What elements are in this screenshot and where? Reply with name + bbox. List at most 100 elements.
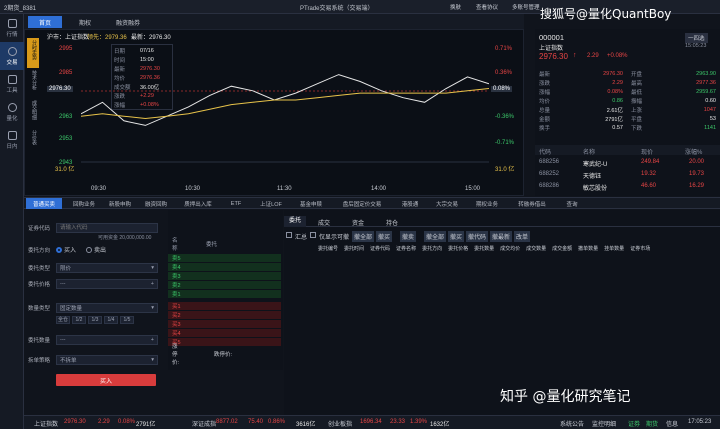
tab-margin[interactable]: 融资融券 (108, 16, 148, 28)
tab-home[interactable]: 首页 (28, 16, 62, 28)
multi-account-link[interactable]: 多账号管理 (512, 3, 540, 11)
price-input[interactable]: --- + (56, 278, 158, 289)
book-header: 名称 委托 (172, 238, 218, 252)
ask-row[interactable]: 卖2 (168, 281, 281, 289)
monitor-link[interactable]: 监控明细 (592, 419, 616, 428)
tab-financing-repo[interactable]: 融资回购 (140, 198, 172, 209)
cancel-latest-button[interactable]: 撤最新 (490, 231, 513, 242)
tab-funds[interactable]: 资金 (352, 218, 364, 227)
tab-query[interactable]: 查询 (560, 198, 584, 209)
cancelable-checkbox[interactable] (310, 232, 316, 238)
protocol-link[interactable]: 查看协议 (476, 3, 498, 11)
cancel-buy-button[interactable]: 撤买 (376, 231, 393, 242)
cancel-code-button[interactable]: 撤代码 (466, 231, 489, 242)
split-select[interactable]: 不拆单 ▾ (56, 354, 158, 365)
qty-fifth-button[interactable]: 1/5 (120, 316, 134, 324)
quote-name: 上证指数 (539, 46, 564, 52)
qty-input[interactable]: --- + (56, 334, 158, 345)
qty-quarter-button[interactable]: 1/4 (104, 316, 118, 324)
average-line (81, 88, 489, 120)
bid-row[interactable]: 买2 (168, 311, 281, 319)
quote-code: 000001 (539, 33, 565, 42)
chart-icon (7, 18, 17, 28)
quant-icon (7, 102, 17, 112)
tab-pledge[interactable]: 质押出入库 (178, 198, 218, 209)
time-tick: 14:00 (371, 186, 387, 192)
ask-row[interactable]: 卖4 (168, 263, 281, 271)
qty-shortcut-buttons: 全仓 1/2 1/3 1/4 1/5 (56, 316, 136, 324)
tab-options[interactable]: 期权 (68, 16, 102, 28)
order-form: 证券代码 可用资金 20,000,000.00 委托方向 买入 卖出 委托类型 … (24, 210, 162, 415)
orders-tabs: 委托 成交 资金 持仓 (284, 216, 720, 227)
rank-list-item[interactable]: 688286 敏芯股份 46.60 16.29 (535, 181, 720, 192)
quote-panel: 000001 一四选 上证指数 15:05:23 2976.30 ↑ 2.29 … (535, 29, 720, 196)
tool-intraday[interactable]: 日内 (0, 126, 24, 154)
notice-link[interactable]: 系统公告 (560, 419, 584, 428)
calendar-icon (7, 130, 17, 140)
tab-repo[interactable]: 回购业务 (68, 198, 100, 209)
bid-row[interactable]: 买3 (168, 320, 281, 328)
qty-half-button[interactable]: 1/2 (72, 316, 86, 324)
tool-quant[interactable]: 量化 (0, 98, 24, 126)
split-row: 拆单策略 不拆单 ▾ (28, 354, 158, 365)
skin-link[interactable]: 换肤 (450, 3, 461, 11)
qty-all-button[interactable]: 全仓 (56, 316, 70, 324)
tab-lof[interactable]: 上证LOF (254, 198, 288, 209)
tab-orders[interactable]: 委托 (284, 216, 306, 227)
quote-arrow: ↑ (573, 52, 577, 59)
modify-order-button[interactable]: 改单 (514, 231, 531, 242)
tab-securities-lending[interactable]: 转融券借出 (510, 198, 554, 209)
available-funds: 可用资金 20,000,000.00 (98, 235, 152, 241)
badge-trades[interactable]: 成交明细 (27, 98, 39, 128)
summary-checkbox[interactable] (286, 232, 292, 238)
rank-list-item[interactable]: 688256 寒武纪-U 249.84 20.00 (535, 157, 720, 168)
tool-trade[interactable]: 交易 (0, 42, 24, 70)
badge-intraday[interactable]: 分时走势 (27, 38, 39, 68)
ask-row[interactable]: 卖5 (168, 254, 281, 262)
tab-option-business[interactable]: 期权业务 (470, 198, 504, 209)
code-input[interactable] (56, 222, 158, 233)
status-bar: 上证指数 2976.30 2.29 0.08% 2791亿 深证成指 8877.… (24, 415, 720, 429)
qty-type-select[interactable]: 固定数量 ▾ (56, 302, 158, 313)
qty-third-button[interactable]: 1/3 (88, 316, 102, 324)
tab-after-hours[interactable]: 盘后固定价交易 (334, 198, 390, 209)
bid-row[interactable]: 买1 (168, 302, 281, 310)
info-link[interactable]: 信息 (666, 419, 678, 428)
volume-label: 31.0 亿 (55, 167, 75, 173)
tool-market[interactable]: 行情 (0, 14, 24, 42)
tab-deals[interactable]: 成交 (318, 218, 330, 227)
time-tick: 10:30 (185, 186, 201, 192)
cancel-buy-button-2[interactable]: 撤买 (448, 231, 465, 242)
sell-radio[interactable]: 卖出 (86, 245, 106, 254)
badge-technical[interactable]: 技术分析 (27, 68, 39, 98)
cancel-all-button[interactable]: 撤全部 (352, 231, 375, 242)
tab-normal-trade[interactable]: 普通买卖 (26, 198, 62, 209)
pct-tick: -0.36% (495, 114, 515, 120)
buy-radio[interactable]: 买入 (56, 245, 76, 254)
tab-etf[interactable]: ETF (224, 198, 248, 209)
chevron-down-icon: ▾ (151, 304, 154, 311)
ask-row[interactable]: 卖3 (168, 272, 281, 280)
limit-row: 涨停价: 跌停价: (172, 344, 233, 366)
tab-block-trade[interactable]: 大宗交易 (430, 198, 464, 209)
order-type-select[interactable]: 限价 ▾ (56, 262, 158, 273)
tab-ipo[interactable]: 新股申购 (104, 198, 136, 209)
cancel-sell-button[interactable]: 撤卖 (400, 231, 417, 242)
tab-fund[interactable]: 基金申赎 (294, 198, 328, 209)
bid-row[interactable]: 买4 (168, 329, 281, 337)
badge-price-table[interactable]: 分价表 (27, 128, 39, 158)
buy-submit-button[interactable]: 买入 (56, 374, 156, 386)
rank-list-item[interactable]: 688252 天德钰 19.32 19.73 (535, 169, 720, 180)
volume-label-right: 31.0 亿 (495, 167, 515, 173)
orders-area: 委托 成交 资金 持仓 汇总 仅显示可撤 撤全部 撤买 撤卖 撤全部 撤买 撤代… (284, 210, 720, 415)
tab-positions[interactable]: 持仓 (386, 218, 398, 227)
price-tick: 2995 (59, 46, 73, 52)
plus-icon[interactable]: + (151, 337, 154, 343)
bid-row[interactable]: 买5 (168, 338, 281, 346)
ask-row[interactable]: 卖1 (168, 290, 281, 298)
cancel-all-button-2[interactable]: 撤全部 (424, 231, 447, 242)
tool-tools[interactable]: 工具 (0, 70, 24, 98)
plus-icon[interactable]: + (151, 281, 154, 287)
select-button[interactable]: 一四选 (685, 33, 708, 43)
tab-hk-connect[interactable]: 港股通 (396, 198, 424, 209)
